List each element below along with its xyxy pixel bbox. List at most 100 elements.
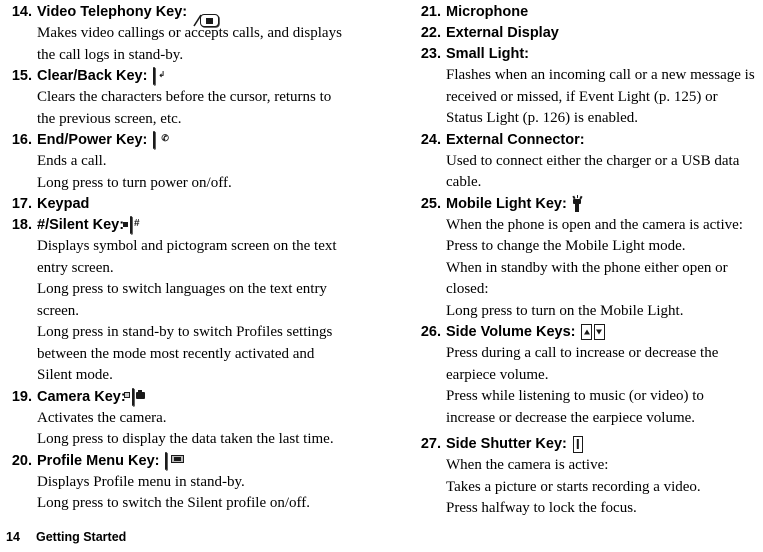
mobile-light-key-icon — [572, 194, 583, 213]
page-footer: 14 Getting Started — [6, 530, 126, 544]
item-number: 15. — [11, 68, 32, 84]
item-description: cable. — [446, 174, 482, 190]
item-number: 23. — [420, 46, 441, 62]
item-description: Silent mode. — [37, 367, 113, 383]
item-heading: External Display — [441, 23, 559, 44]
item-description: Press while listening to music (or video… — [446, 388, 704, 404]
item-heading: Side Shutter Key: — [441, 434, 583, 455]
item-heading-text: Small Light: — [446, 46, 529, 62]
list-item: 21. Microphone — [415, 2, 759, 23]
item-heading: Clear/Back Key: ↲ — [32, 66, 165, 87]
list-item: 19. Camera Key: — [6, 387, 407, 408]
item-heading-text: End/Power Key: — [37, 132, 148, 148]
item-heading: Mobile Light Key: — [441, 194, 583, 215]
list-item: 18. #/Silent Key: # — [6, 215, 407, 236]
item-heading-text: Camera Key: — [37, 388, 126, 405]
list-item: 27. Side Shutter Key: — [415, 434, 759, 455]
item-heading-text: Side Volume Keys: — [446, 324, 576, 340]
item-heading: #/Silent Key: # — [32, 215, 140, 236]
item-number: 27. — [420, 436, 441, 452]
item-description: Displays symbol and pictogram screen on … — [37, 238, 337, 254]
item-description: Long press in stand-by to switch Profile… — [37, 324, 333, 340]
list-item: 24. External Connector: — [415, 130, 759, 151]
item-description: Activates the camera. — [37, 409, 167, 426]
item-description: increase or decrease the earpiece volume… — [446, 409, 696, 426]
item-heading: Side Volume Keys: — [441, 322, 605, 343]
side-shutter-key-icon — [572, 436, 583, 453]
item-description: the previous screen, etc. — [37, 110, 182, 127]
item-number: 24. — [420, 131, 441, 148]
end-power-key-icon: ✆ — [153, 130, 169, 151]
item-number: 17. — [11, 196, 32, 212]
item-heading-text: Video Telephony Key: — [37, 4, 188, 20]
footer-page-number: 14 — [6, 530, 20, 544]
item-number: 25. — [420, 195, 441, 212]
item-heading-text: #/Silent Key: — [37, 217, 125, 233]
list-item: 22. External Display — [415, 23, 759, 44]
item-description: Long press to display the data taken the… — [37, 431, 334, 447]
item-heading-text: Microphone — [446, 4, 529, 20]
list-item: 16. End/Power Key: ✆ — [6, 130, 407, 151]
item-heading: Small Light: — [441, 44, 529, 65]
left-column: 14. Video Telephony Key: Makes video cal… — [0, 0, 415, 512]
manual-page: 14. Video Telephony Key: Makes video cal… — [0, 0, 763, 552]
item-description: Long press to switch the Silent profile … — [37, 495, 311, 511]
item-number: 22. — [420, 25, 441, 41]
item-number: 14. — [11, 4, 32, 20]
item-description: When in standby with the phone either op… — [446, 259, 728, 276]
item-heading: Microphone — [441, 2, 528, 23]
item-number: 20. — [11, 452, 32, 469]
item-description: between the mode most recently activated… — [37, 345, 315, 362]
item-description: Long press to switch languages on the te… — [37, 281, 327, 297]
item-description: Used to connect either the charger or a … — [446, 152, 740, 169]
footer-section-title: Getting Started — [36, 530, 127, 544]
list-item: 15. Clear/Back Key: ↲ — [6, 66, 407, 87]
item-description: earpiece volume. — [446, 366, 549, 383]
item-description: Clears the characters before the cursor,… — [37, 89, 332, 105]
hash-silent-key-icon: # — [122, 215, 140, 236]
list-item: 17. Keypad — [6, 194, 407, 215]
item-heading-text: Side Shutter Key: — [446, 436, 567, 452]
two-column-body: 14. Video Telephony Key: Makes video cal… — [0, 0, 763, 516]
item-heading-text: Mobile Light Key: — [446, 195, 567, 212]
item-description: the call logs in stand-by. — [37, 46, 184, 63]
profile-menu-key-icon — [165, 451, 185, 472]
list-item: 25. Mobile Light Key: — [415, 194, 759, 215]
item-heading: Profile Menu Key: — [32, 451, 185, 472]
item-heading-text: Keypad — [37, 196, 90, 212]
item-description: Takes a picture or starts recording a vi… — [446, 478, 701, 495]
item-heading-text: Clear/Back Key: — [37, 68, 148, 84]
item-number: 19. — [11, 388, 32, 405]
item-description: Press to change the Mobile Light mode. — [446, 238, 686, 254]
item-heading-text: External Connector: — [446, 131, 585, 148]
clear-back-key-icon: ↲ — [153, 66, 165, 87]
item-description: When the phone is open and the camera is… — [446, 216, 743, 233]
item-description: Status Light (p. 126) is enabled. — [446, 110, 639, 126]
item-heading: External Connector: — [441, 130, 585, 151]
list-item: 26. Side Volume Keys: — [415, 322, 759, 343]
item-heading: End/Power Key: ✆ — [32, 130, 169, 151]
item-heading: Camera Key: — [32, 387, 145, 408]
list-item: 14. Video Telephony Key: — [6, 2, 407, 27]
item-number: 26. — [420, 324, 441, 340]
item-heading: Video Telephony Key: — [32, 2, 220, 27]
item-description: Press halfway to lock the focus. — [446, 500, 637, 516]
item-description: Displays Profile menu in stand-by. — [37, 473, 245, 490]
item-heading: Keypad — [32, 194, 89, 215]
side-volume-keys-icon — [581, 322, 605, 343]
item-description: screen. — [37, 302, 80, 319]
item-description: closed: — [446, 281, 489, 297]
right-column: 21. Microphone 22. External Display 23. … — [415, 0, 763, 516]
item-description: Press during a call to increase or decre… — [446, 345, 719, 361]
list-item: 20. Profile Menu Key: — [6, 451, 407, 472]
item-number: 18. — [11, 217, 32, 233]
list-item: 23. Small Light: — [415, 44, 759, 65]
item-heading-text: Profile Menu Key: — [37, 452, 160, 469]
item-description: received or missed, if Event Light (p. 1… — [446, 88, 718, 105]
item-description: When the camera is active: — [446, 457, 609, 473]
item-number: 16. — [11, 132, 32, 148]
item-description: entry screen. — [37, 259, 114, 276]
item-heading-text: External Display — [446, 25, 559, 41]
item-description: Flashes when an incoming call or a new m… — [446, 67, 755, 83]
item-number: 21. — [420, 4, 441, 20]
